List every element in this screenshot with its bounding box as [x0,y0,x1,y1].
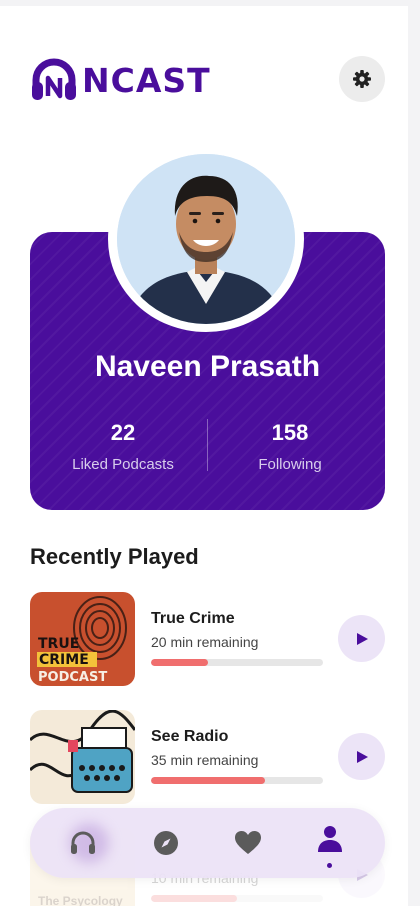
heart-icon [235,831,261,854]
avatar[interactable] [117,154,295,324]
fingerprint-icon: TRUE CRIME PODCAST [30,592,135,686]
nav-item-favorites[interactable] [207,808,289,878]
brand-logo: NCAST [30,58,211,102]
cover-line: The Psycology [38,894,123,906]
stat-liked-podcasts[interactable]: 22 Liked Podcasts [34,420,212,473]
progress-bar [151,659,323,666]
list-item[interactable]: TRUE CRIME PODCAST True Crime 20 min rem… [30,592,385,686]
headphones-icon [71,831,95,854]
progress-fill [151,895,237,902]
profile-name: Naveen Prasath [94,350,321,383]
nav-item-profile[interactable] [289,808,371,878]
episode-remaining: 20 min remaining [151,634,259,650]
play-button[interactable] [338,733,385,780]
header: NCAST [30,54,385,104]
settings-button[interactable] [339,56,385,102]
progress-fill [151,777,265,784]
stat-following[interactable]: 158 Following [201,420,379,473]
cover-line: TRUE [38,636,79,652]
stat-value: 22 [110,420,136,445]
play-button[interactable] [338,615,385,662]
bottom-nav [30,808,385,878]
list-item[interactable]: See Radio 35 min remaining [30,710,385,804]
episode-remaining: 35 min remaining [151,752,259,768]
stat-value: 158 [271,420,309,445]
section-title: Recently Played [30,544,199,569]
nav-item-explore[interactable] [125,808,207,878]
play-icon [356,632,368,645]
cover-line: PODCAST [38,670,107,685]
active-indicator [327,863,332,868]
episode-title: See Radio [151,728,229,745]
progress-bar [151,777,323,784]
podcast-cover: TRUE CRIME PODCAST [30,592,135,686]
profile-screen: NCAST Naveen Prasath 22 Liked Podcasts 1… [0,6,408,906]
stat-label: Following [258,456,322,473]
cover-line: CRIME [39,652,89,668]
headphones-icon [32,58,76,100]
nav-item-listen[interactable] [42,808,124,878]
brand-name: NCAST [82,60,211,100]
stat-label: Liked Podcasts [72,456,174,473]
play-icon [356,750,368,763]
profile-icon [318,826,342,852]
user-photo-avatar [117,154,295,324]
compass-icon [154,831,178,855]
progress-fill [151,659,208,666]
typewriter-icon [30,710,135,804]
gear-icon [353,70,371,88]
progress-bar [151,895,323,902]
podcast-cover [30,710,135,804]
episode-title: True Crime [151,610,235,627]
